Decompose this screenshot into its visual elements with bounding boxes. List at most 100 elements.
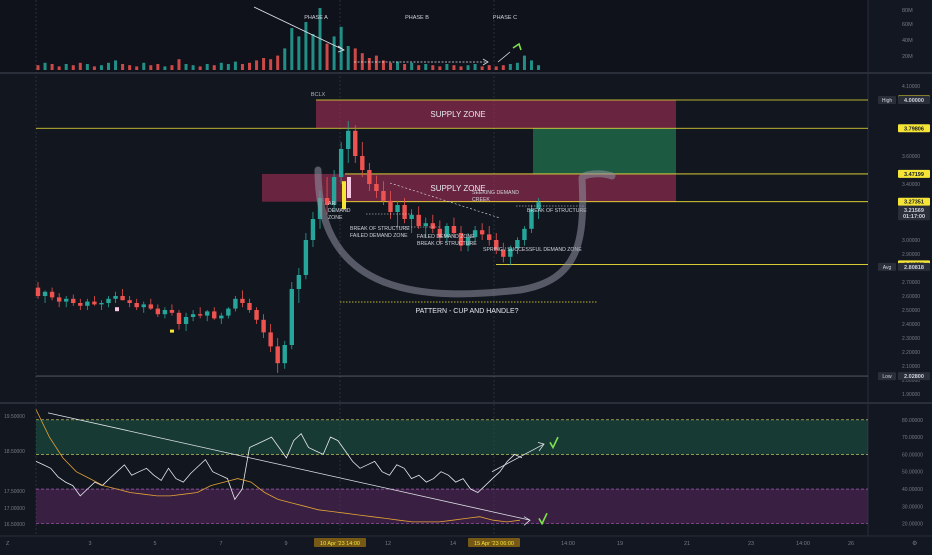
annotation-failed-demand: FAILED DEMAND ZONE (350, 233, 408, 239)
candle-body (479, 230, 485, 235)
volume-bar (508, 64, 512, 70)
volume-bar (85, 64, 89, 70)
volume-bar (297, 36, 301, 70)
volume-bar (43, 62, 47, 70)
gear-icon[interactable]: ⚙ (912, 540, 917, 547)
osc-left-tick: 17.50000 (4, 489, 25, 495)
time-tick-label: 10 Apr '23 14:00 (320, 541, 360, 547)
trading-chart[interactable]: 80M 60M 40M 20M PHASE A PHASE B PHASE C SUPPLY… (0, 0, 932, 550)
candle-body (56, 297, 62, 302)
price-tick-label: 2.50000 (902, 308, 920, 314)
candle-body (197, 314, 203, 316)
annotation-bos: BREAK OF STRUCTURE (527, 208, 587, 214)
osc-right-tick: 70.00000 (902, 435, 923, 441)
candle-body (303, 240, 309, 275)
symbol-label: BCLX (311, 92, 326, 98)
volume-bar (156, 64, 160, 70)
volume-bar (353, 48, 357, 70)
volume-bar (276, 55, 280, 70)
volume-bar (191, 65, 195, 70)
time-tick-label: 9 (284, 541, 287, 547)
volume-bar (262, 58, 266, 70)
price-tick-label: 2.20000 (902, 350, 920, 356)
candle-body (430, 223, 435, 229)
volume-bar (255, 60, 259, 70)
candle-body (360, 156, 365, 170)
time-tick-label: 7 (219, 541, 222, 547)
candle-body (261, 319, 266, 333)
highlight-candle (342, 181, 346, 210)
price-tick-label: 1.90000 (902, 392, 920, 398)
time-tick-label: 21 (684, 541, 690, 547)
osc-right-tick: 20.00000 (902, 522, 923, 528)
time-tick-label: 23 (748, 541, 754, 547)
volume-bar (466, 65, 470, 70)
price-tag: 4.00000 (904, 98, 924, 104)
volume-bar (417, 65, 421, 70)
pattern-label: PATTERN - CUP AND HANDLE? (415, 308, 518, 315)
candle-body (212, 311, 217, 319)
candle-body (106, 298, 111, 303)
highlight-candle (170, 329, 174, 333)
candle-body (148, 304, 153, 309)
candle-body (487, 234, 492, 240)
phase-label: PHASE C (493, 15, 517, 21)
volume-bar (92, 66, 96, 70)
candle-body (99, 303, 104, 305)
annotation-bos: BREAK OF STRUCTURE (350, 226, 410, 232)
volume-bar (57, 66, 61, 70)
volume-bar (219, 62, 223, 70)
price-tick-label: 3.00000 (902, 238, 920, 244)
candle-body (247, 303, 252, 310)
candle-body (522, 228, 527, 240)
volume-bar (522, 55, 526, 70)
candle-body (113, 296, 118, 299)
volume-bar (163, 66, 167, 70)
volume-bar (212, 65, 216, 70)
volume-bar (473, 64, 477, 70)
target-zone[interactable] (533, 128, 676, 174)
annotation-zone: ZONE (328, 215, 343, 221)
volume-bar (142, 62, 146, 70)
volume-bar (389, 62, 392, 70)
volume-bar (424, 64, 428, 70)
volume-bar (501, 65, 505, 70)
candle-body (338, 149, 344, 177)
price-tag: 3.79806 (904, 126, 924, 132)
price-tick-label: 3.60000 (902, 154, 920, 160)
price-tag: 2.02800 (904, 374, 924, 380)
volume-bar (283, 48, 287, 70)
highlight-candle (347, 177, 351, 198)
candle-body (226, 308, 231, 316)
volume-bar (269, 59, 273, 70)
candle-body (78, 303, 83, 306)
candle-body (409, 214, 414, 219)
candle-body (64, 298, 69, 302)
time-tick-label: 26 (848, 541, 854, 547)
volume-bar (233, 61, 237, 70)
osc-left-tick: 18.50000 (4, 449, 25, 455)
volume-bar (374, 55, 378, 70)
candle-body (49, 291, 55, 298)
candle-body (310, 219, 316, 240)
volume-bar (170, 65, 174, 70)
annotation-ar: AR (328, 201, 335, 207)
volume-bar (135, 66, 139, 70)
volume-bar (396, 61, 400, 70)
supply-zone[interactable] (316, 100, 676, 129)
candle-body (162, 310, 168, 315)
price-tag-prefix: Low (882, 374, 892, 380)
candle-body (395, 205, 400, 212)
time-tick-label: 14:00 (561, 541, 575, 547)
annotation-spring: SPRING / SUCCESSFUL DEMAND ZONE (483, 247, 582, 253)
volume-bar (452, 65, 456, 70)
chart-svg: 80M 60M 40M 20M PHASE A PHASE B PHASE C SUPPLY… (0, 0, 932, 550)
volume-bar (332, 36, 336, 70)
volume-bar (36, 65, 40, 70)
candle-body (381, 191, 386, 201)
candle-body (388, 200, 393, 212)
candle-body (353, 130, 358, 156)
price-tick-label: 4.10000 (902, 84, 920, 90)
time-tick-label: 14:00 (796, 541, 810, 547)
volume-bar (325, 43, 329, 70)
